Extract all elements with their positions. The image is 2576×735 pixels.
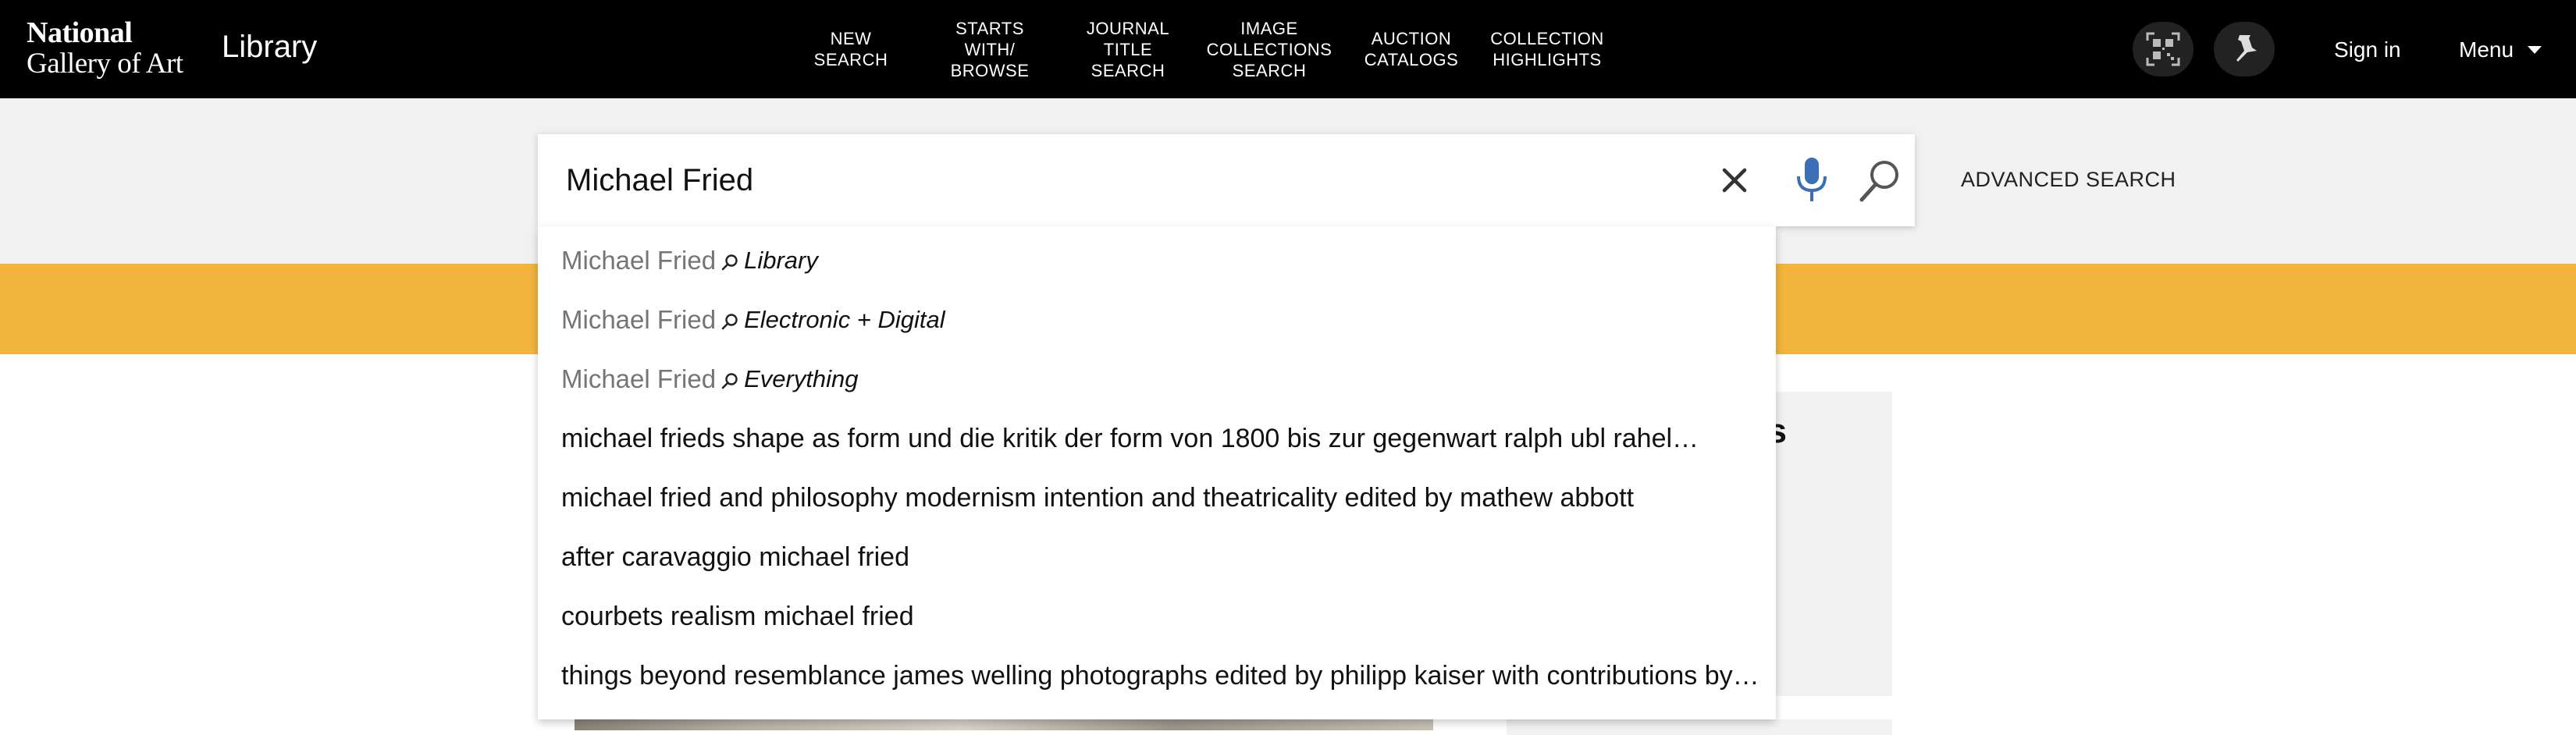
suggestion-query-text: after caravaggio michael fried (561, 541, 910, 572)
sign-in-link[interactable]: Sign in (2334, 34, 2401, 66)
suggestion-query-item[interactable]: things beyond resemblance james welling … (561, 646, 1763, 705)
suggestion-scope: Everything (744, 365, 859, 392)
search-icon (721, 254, 738, 271)
voice-search-button[interactable] (1787, 154, 1837, 206)
suggestion-query-item[interactable]: michael fried and philosophy modernism i… (561, 468, 1763, 527)
search-input[interactable] (566, 156, 1503, 204)
suggestion-scoped-library[interactable]: Michael Fried Library (561, 231, 1763, 290)
nav-journal-title-search[interactable]: JOURNAL TITLE SEARCH (1077, 0, 1179, 98)
search-box (538, 134, 1915, 226)
search-icon (721, 314, 738, 330)
caret-down-icon (2528, 45, 2542, 54)
search-submit-button[interactable] (1856, 156, 1904, 204)
suggestion-scoped-electronic-digital[interactable]: Michael Fried Electronic + Digital (561, 290, 1763, 350)
close-icon (1722, 168, 1747, 193)
suggestion-query-text: michael fried and philosophy modernism i… (561, 482, 1635, 513)
suggestion-term: Michael Fried (561, 246, 717, 275)
autocomplete-dropdown: Michael Fried Library Michael Fried Elec… (538, 226, 1776, 719)
pin-icon (2236, 35, 2257, 62)
pin-button[interactable] (2214, 22, 2275, 76)
qr-code-icon (2146, 32, 2180, 66)
suggestion-scoped-everything[interactable]: Michael Fried Everything (561, 350, 1763, 409)
nav-new-search[interactable]: NEW SEARCH (804, 0, 898, 98)
search-icon (1859, 161, 1898, 202)
suggestion-term: Michael Fried (561, 305, 717, 334)
search-icon (721, 373, 738, 389)
advanced-search-link[interactable]: ADVANCED SEARCH (1961, 165, 2176, 194)
suggestion-term: Michael Fried (561, 364, 717, 393)
suggestion-query-text: things beyond resemblance james welling … (561, 660, 1759, 691)
suggestion-query-text: courbets realism michael fried (561, 601, 914, 631)
nav-auction-catalogs[interactable]: AUCTION CATALOGS (1357, 0, 1466, 98)
suggestion-query-text: michael frieds shape as form und die kri… (561, 423, 1699, 453)
microphone-icon (1797, 158, 1827, 201)
top-navigation-bar: National Gallery of Art Library NEW SEAR… (0, 0, 2576, 98)
menu-label: Menu (2459, 37, 2514, 62)
suggestion-scope: Electronic + Digital (744, 306, 945, 333)
nav-starts-with-browse[interactable]: STARTS WITH/ BROWSE (941, 0, 1038, 98)
nav-image-collections-search[interactable]: IMAGE COLLECTIONS SEARCH (1202, 0, 1336, 98)
suggestion-query-item[interactable]: after caravaggio michael fried (561, 527, 1763, 587)
suggestion-scope: Library (744, 247, 818, 274)
clear-search-button[interactable] (1715, 161, 1754, 200)
suggestion-query-item[interactable]: michael frieds shape as form und die kri… (561, 409, 1763, 468)
qr-code-button[interactable] (2133, 22, 2194, 76)
nav-collection-highlights[interactable]: COLLECTION HIGHLIGHTS (1485, 0, 1610, 98)
suggestion-query-item[interactable]: courbets realism michael fried (561, 587, 1763, 646)
side-panel-lower (1507, 719, 1892, 735)
menu-button[interactable]: Menu (2459, 34, 2542, 66)
